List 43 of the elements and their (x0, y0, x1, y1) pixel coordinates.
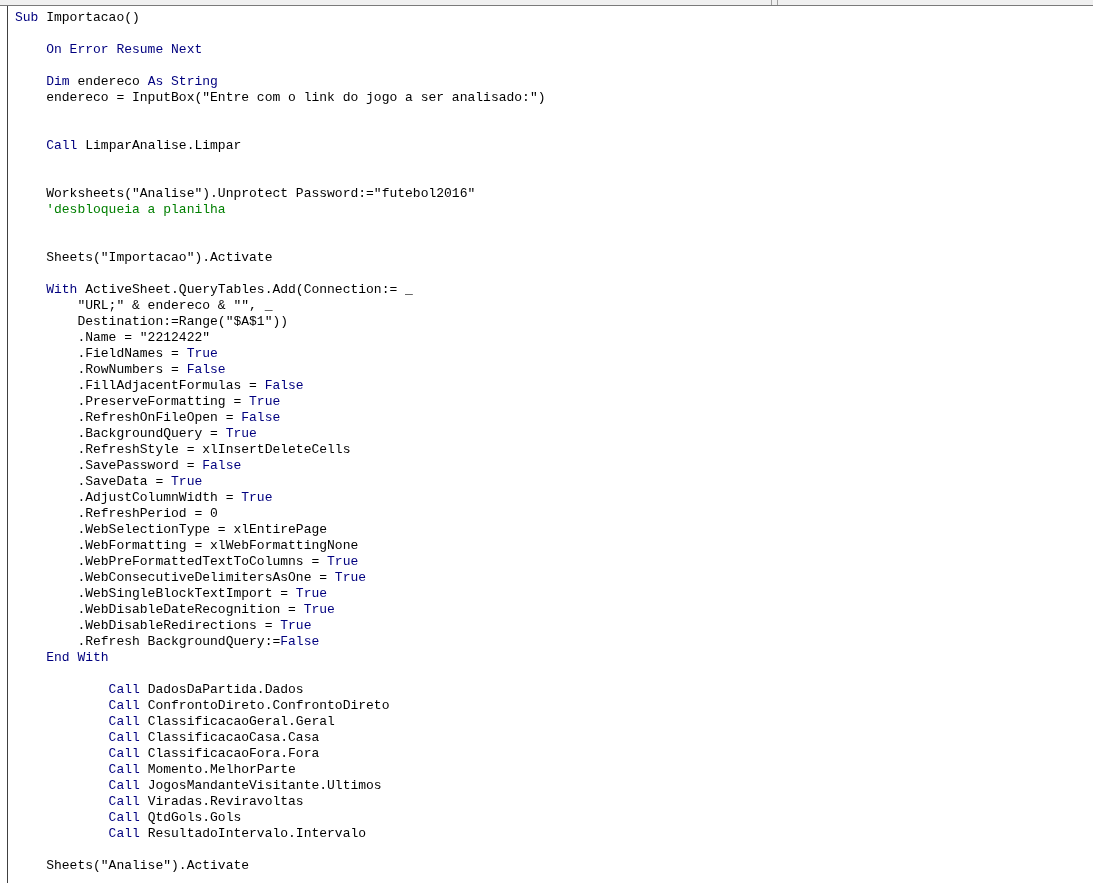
code-line: .RefreshOnFileOpen = False (76, 410, 282, 426)
code-line: .RefreshStyle = xlInsertDeleteCells (76, 442, 352, 458)
code-line: Call QtdGols.Gols (107, 810, 243, 826)
code-line: Dim endereco As String (45, 74, 219, 90)
code-line: .WebSingleBlockTextImport = True (76, 586, 329, 602)
code-line: .WebDisableDateRecognition = True (76, 602, 336, 618)
code-line: .FieldNames = True (76, 346, 219, 362)
code-line: Sheets("Importacao").Activate (45, 250, 274, 266)
code-line: .SaveData = True (76, 474, 204, 490)
code-line: .PreserveFormatting = True (76, 394, 282, 410)
code-line: .WebSelectionType = xlEntirePage (76, 522, 329, 538)
code-line: .WebConsecutiveDelimitersAsOne = True (76, 570, 368, 586)
code-line: End With (45, 650, 110, 666)
code-line: Call DadosDaPartida.Dados (107, 682, 305, 698)
code-line: endereco = InputBox("Entre com o link do jogo a ser analisado:") (45, 90, 547, 106)
code-line: Worksheets("Analise").Unprotect Password:="futebol2016" (45, 186, 477, 202)
code-line: .WebDisableRedirections = True (76, 618, 313, 634)
code-line: .RowNumbers = False (76, 362, 227, 378)
code-line: .AdjustColumnWidth = True (76, 490, 274, 506)
code-line: Sheets("Analise").Activate (45, 858, 251, 874)
code-line: Sub Importacao() (15, 10, 141, 26)
code-line: .SavePassword = False (76, 458, 243, 474)
code-line: Call ClassificacaoGeral.Geral (107, 714, 336, 730)
code-line: Call ResultadoIntervalo.Intervalo (107, 826, 368, 842)
code-line: .WebPreFormattedTextToColumns = True (76, 554, 360, 570)
code-line: Call Momento.MelhorParte (107, 762, 297, 778)
code-line: .RefreshPeriod = 0 (76, 506, 219, 522)
code-line: .BackgroundQuery = True (76, 426, 258, 442)
code-line: Call ClassificacaoCasa.Casa (107, 730, 321, 746)
code-line: Call ClassificacaoFora.Fora (107, 746, 321, 762)
code-line: "URL;" & endereco & "", _ (76, 298, 274, 314)
code-line: On Error Resume Next (45, 42, 204, 58)
code-line: With ActiveSheet.QueryTables.Add(Connection:= _ (45, 282, 414, 298)
code-line: Call ConfrontoDireto.ConfrontoDireto (107, 698, 391, 714)
code-line: .Name = "2212422" (76, 330, 212, 346)
code-line: .WebFormatting = xlWebFormattingNone (76, 538, 360, 554)
code-line: Call LimparAnalise.Limpar (45, 138, 243, 154)
code-line: Destination:=Range("$A$1")) (76, 314, 290, 330)
code-line: 'desbloqueia a planilha (45, 202, 227, 218)
code-line: .Refresh BackgroundQuery:=False (76, 634, 321, 650)
code-line: Call JogosMandanteVisitante.Ultimos (107, 778, 383, 794)
code-line: .FillAdjacentFormulas = False (76, 378, 305, 394)
code-line: Call Viradas.Reviravoltas (107, 794, 305, 810)
